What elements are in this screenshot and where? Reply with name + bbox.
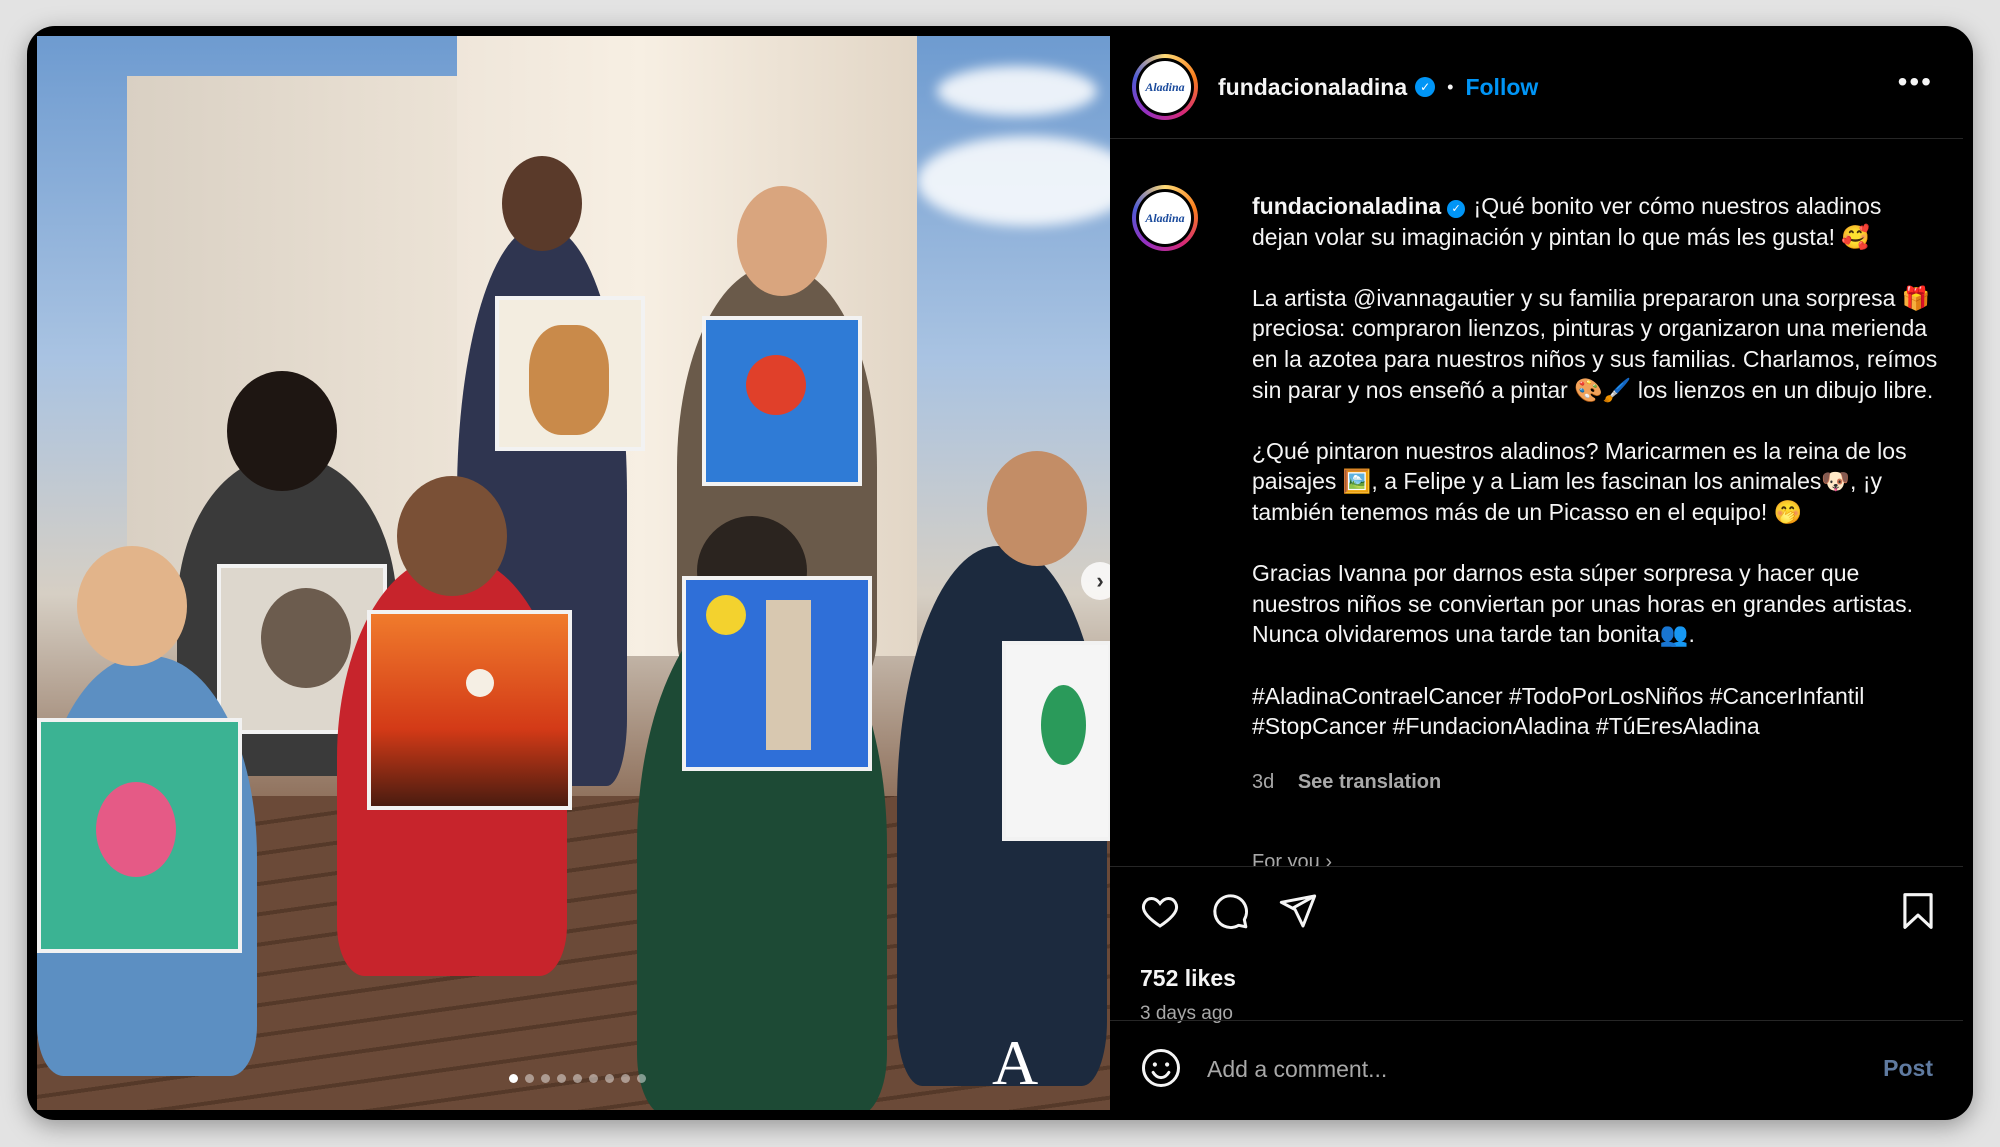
for-you-link[interactable]: For you › xyxy=(1252,851,1332,866)
comment-bar: Post xyxy=(1110,1020,1963,1120)
painting-balloon xyxy=(37,718,242,953)
painting-sunset xyxy=(367,610,572,810)
more-icon[interactable]: ••• xyxy=(1898,68,1933,96)
carousel-dot xyxy=(525,1074,534,1083)
aladina-logo: Aladina xyxy=(1139,192,1191,244)
painting-hummingbird xyxy=(1002,641,1110,841)
cloud xyxy=(937,66,1097,116)
carousel-dot xyxy=(589,1074,598,1083)
post-age: 3d xyxy=(1252,771,1275,793)
caption-username[interactable]: fundacionaladina xyxy=(1252,193,1441,219)
see-translation-link[interactable]: See translation xyxy=(1298,771,1441,793)
carousel-dot xyxy=(509,1074,518,1083)
carousel-dot xyxy=(541,1074,550,1083)
carousel-dot xyxy=(605,1074,614,1083)
carousel-indicator xyxy=(509,1074,646,1083)
adult-head xyxy=(737,186,827,296)
caption-section[interactable]: Aladina fundacionaladina ✓ ¡Qué bonito ve… xyxy=(1110,139,1963,867)
verified-icon: ✓ xyxy=(1415,77,1436,97)
comment-icon[interactable] xyxy=(1210,891,1250,931)
painting-flower xyxy=(702,316,862,486)
profile-avatar[interactable]: Aladina xyxy=(1132,54,1198,120)
carousel-dot xyxy=(621,1074,630,1083)
post-details-panel: Aladina fundacionaladina ✓ • Follow ••• … xyxy=(1110,26,1973,1120)
instagram-post-window: A › Aladina fundacionaladina ✓ • Follow … xyxy=(27,26,1973,1120)
share-icon[interactable] xyxy=(1278,891,1318,931)
child-head xyxy=(987,451,1087,566)
post-photo[interactable]: A › xyxy=(37,36,1110,1110)
follow-button[interactable]: Follow xyxy=(1465,74,1538,101)
like-icon[interactable] xyxy=(1140,891,1180,931)
aladina-logo: Aladina xyxy=(1139,61,1191,113)
carousel-dot xyxy=(573,1074,582,1083)
painting-dog xyxy=(495,296,645,451)
cloud xyxy=(917,136,1110,226)
comment-input[interactable] xyxy=(1207,1049,1807,1089)
post-comment-button[interactable]: Post xyxy=(1883,1055,1933,1082)
child-head xyxy=(227,371,337,491)
next-icon: › xyxy=(1096,568,1104,593)
caption-text: fundacionaladina ✓ ¡Qué bonito ver cómo n… xyxy=(1252,191,1942,742)
carousel-dot xyxy=(637,1074,646,1083)
post-header: Aladina fundacionaladina ✓ • Follow ••• xyxy=(1110,36,1963,139)
child-head xyxy=(77,546,187,666)
next-photo-button[interactable]: › xyxy=(1081,562,1110,600)
aladina-watermark: A xyxy=(992,1027,1039,1098)
caption-avatar[interactable]: Aladina xyxy=(1132,185,1198,251)
caption-meta: 3d See translation xyxy=(1252,771,1441,794)
child-head xyxy=(397,476,507,596)
emoji-icon[interactable] xyxy=(1140,1047,1182,1089)
carousel-dot xyxy=(557,1074,566,1083)
save-icon[interactable] xyxy=(1900,891,1936,931)
verified-icon: ✓ xyxy=(1447,200,1466,219)
caption-body: ¡Qué bonito ver cómo nuestros aladinos d… xyxy=(1252,193,1938,740)
profile-username[interactable]: fundacionaladina xyxy=(1218,74,1407,101)
child-head xyxy=(502,156,582,251)
likes-count[interactable]: 752 likes xyxy=(1140,965,1236,992)
separator-dot: • xyxy=(1447,76,1454,97)
painting-tree xyxy=(682,576,872,771)
